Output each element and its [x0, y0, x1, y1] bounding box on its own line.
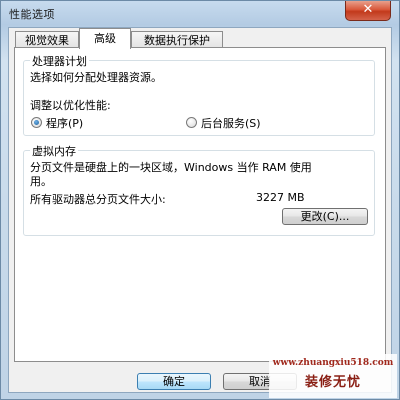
- close-button[interactable]: ✕: [345, 1, 391, 21]
- advanced-tab-panel: 处理器计划 选择如何分配处理器资源。 调整以优化性能: 程序(P) 后台服务(S…: [14, 47, 386, 362]
- close-icon: ✕: [362, 2, 374, 17]
- optimize-label: 调整以优化性能:: [30, 99, 111, 112]
- background-services-radio-label[interactable]: 后台服务(S): [201, 115, 261, 131]
- virtual-memory-description-line1: 分页文件是硬盘上的一块区域，Windows 当作 RAM 使用: [30, 161, 312, 174]
- site-watermark: www.zhuangxiu518.com 装修无忧: [269, 354, 397, 398]
- watermark-url: www.zhuangxiu518.com: [272, 358, 394, 368]
- processor-scheduling-group: 处理器计划 选择如何分配处理器资源。 调整以优化性能: 程序(P) 后台服务(S…: [23, 53, 375, 136]
- ok-button[interactable]: 确定: [137, 373, 211, 390]
- programs-radio[interactable]: [31, 117, 42, 128]
- dialog-client-area: 视觉效果 高级 数据执行保护 处理器计划 选择如何分配处理器资源。 调整以优化性…: [8, 27, 392, 393]
- virtual-memory-group: 虚拟内存 分页文件是硬盘上的一块区域，Windows 当作 RAM 使用 用。 …: [23, 143, 375, 236]
- change-virtual-memory-button[interactable]: 更改(C)...: [282, 208, 368, 225]
- performance-options-window: 性能选项 ✕ 视觉效果 高级 数据执行保护 处理器计划 选择如何分配处理器资源。…: [0, 0, 400, 400]
- total-paging-file-value: 3227 MB: [256, 191, 305, 204]
- programs-radio-label[interactable]: 程序(P): [46, 115, 83, 131]
- total-paging-file-label: 所有驱动器总分页文件大小:: [30, 193, 166, 206]
- processor-description: 选择如何分配处理器资源。: [30, 71, 162, 84]
- virtual-memory-title: 虚拟内存: [30, 143, 78, 159]
- virtual-memory-description-line2: 用。: [30, 175, 52, 188]
- background-services-radio[interactable]: [186, 117, 197, 128]
- title-bar[interactable]: 性能选项 ✕: [1, 1, 399, 27]
- processor-scheduling-title: 处理器计划: [30, 53, 89, 69]
- watermark-name: 装修无忧: [304, 375, 361, 390]
- tab-advanced[interactable]: 高级: [79, 28, 131, 49]
- window-title: 性能选项: [9, 8, 55, 21]
